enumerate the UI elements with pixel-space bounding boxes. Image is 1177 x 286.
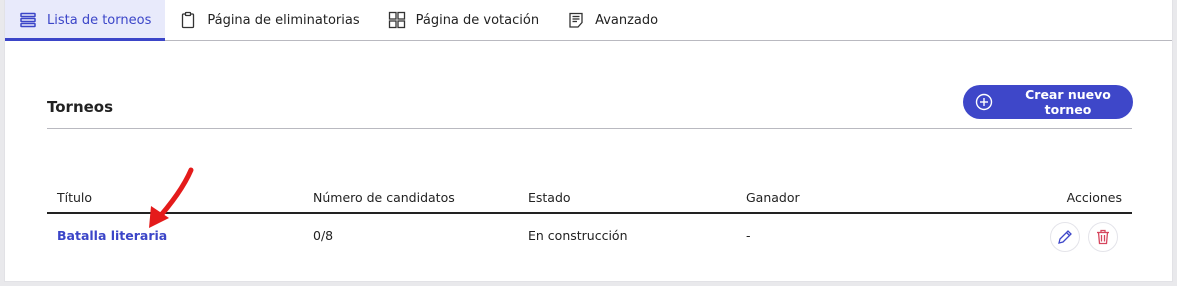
clipboard-icon [179,11,197,29]
tab-label: Página de votación [415,12,540,28]
document-icon [567,11,585,29]
create-tournament-label: Crear nuevo torneo [1025,87,1111,117]
tournament-status: En construcción [528,228,628,243]
plus-circle-icon [975,93,993,111]
trash-icon [1094,228,1112,246]
annotation-arrow-icon [149,167,194,228]
tab-label: Lista de torneos [47,12,152,28]
app-frame: Lista de torneos Página de eliminatorias [4,0,1173,282]
delete-button[interactable] [1088,222,1118,252]
tournament-winner: - [746,228,751,243]
tab-label: Página de eliminatorias [207,12,360,28]
tab-avanzado[interactable]: Avanzado [553,0,672,40]
tab-label: Avanzado [595,12,659,28]
edit-button[interactable] [1050,222,1080,252]
grid-icon [388,11,406,29]
tournament-title-link[interactable]: Batalla literaria [57,228,167,243]
tab-pagina-de-votacion[interactable]: Página de votación [374,0,553,40]
tab-pagina-de-eliminatorias[interactable]: Página de eliminatorias [165,0,373,40]
list-icon [19,11,37,29]
create-tournament-button[interactable]: Crear nuevo torneo [963,85,1133,119]
pencil-icon [1056,228,1074,246]
header-winner: Ganador [746,190,800,205]
header-status: Estado [528,190,571,205]
header-actions: Acciones [1066,190,1122,205]
header-candidates: Número de candidatos [313,190,455,205]
section-divider [47,128,1132,129]
table-header: Título Número de candidatos Estado Ganad… [47,188,1132,214]
section-title: Torneos [47,98,114,116]
candidates-count: 0/8 [313,228,334,243]
table-row: Batalla literaria 0/8 En construcción - [47,214,1132,258]
tab-lista-de-torneos[interactable]: Lista de torneos [5,0,166,41]
tab-bar: Lista de torneos Página de eliminatorias [5,0,1172,41]
header-title: Título [57,190,93,205]
